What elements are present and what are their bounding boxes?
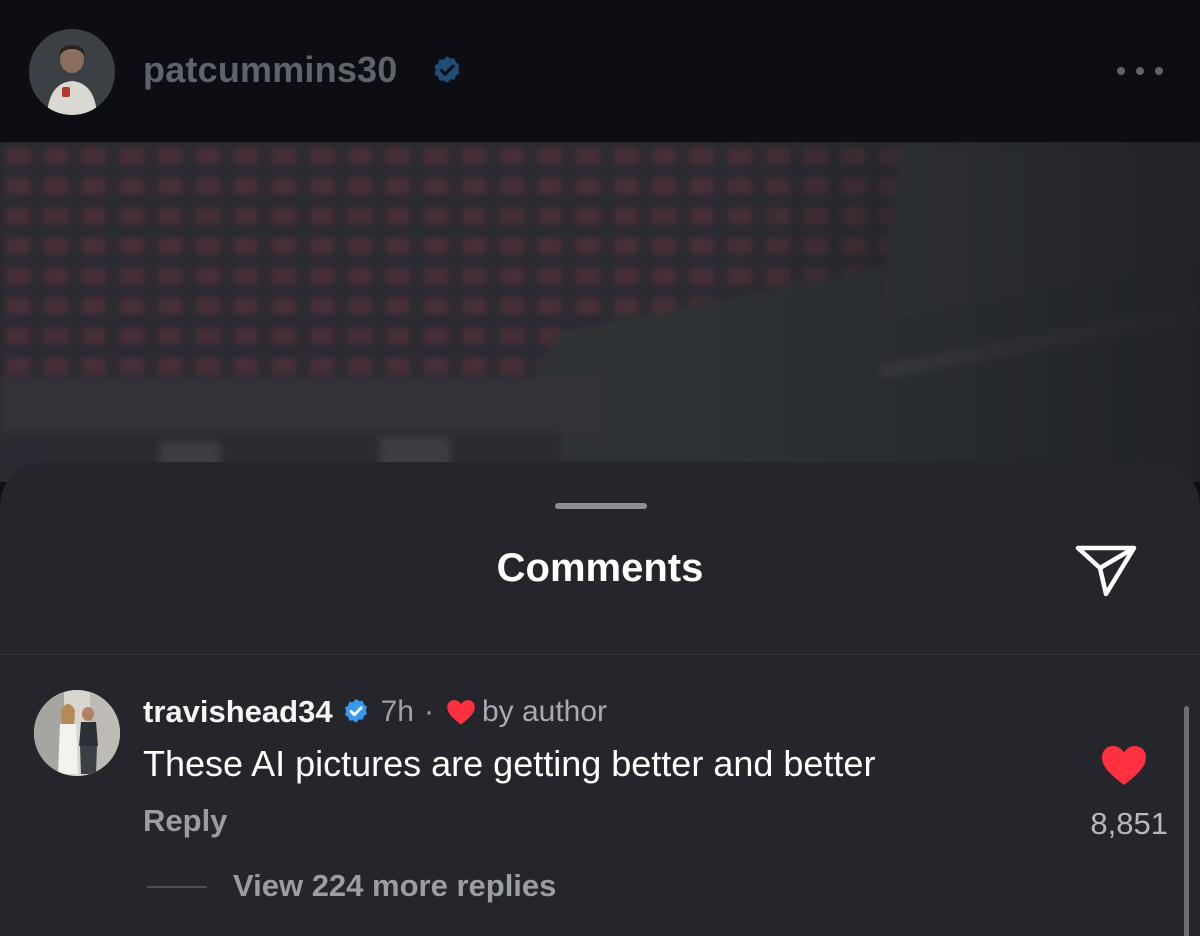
post-header: patcummins30 — [0, 0, 1200, 142]
post-image[interactable] — [0, 142, 1200, 482]
scrollbar[interactable] — [1184, 706, 1189, 936]
heart-icon[interactable] — [1100, 743, 1148, 787]
post-author-username[interactable]: patcummins30 — [143, 49, 398, 91]
more-horizontal-icon[interactable] — [1116, 66, 1164, 76]
sheet-drag-handle[interactable] — [555, 503, 647, 509]
heart-icon — [447, 700, 475, 725]
comments-title: Comments — [496, 546, 704, 590]
comment-text: These AI pictures are getting better and… — [143, 743, 876, 784]
meta-separator: · — [423, 695, 434, 728]
view-replies-button[interactable]: View 224 more replies — [233, 868, 556, 904]
liked-by-author-label: by author — [481, 695, 608, 728]
reply-button[interactable]: Reply — [143, 803, 227, 839]
avatar-photo — [34, 690, 120, 776]
post-author-avatar[interactable] — [29, 29, 115, 115]
sheet-divider — [0, 654, 1200, 655]
stadium-photo — [0, 142, 1200, 482]
avatar-photo — [29, 29, 115, 115]
verified-badge-icon — [344, 698, 367, 723]
commenter-avatar[interactable] — [34, 690, 120, 776]
send-icon[interactable] — [1070, 538, 1142, 602]
verified-badge-icon — [434, 56, 460, 84]
comment-timestamp: 7h — [380, 695, 414, 728]
like-count: 8,851 — [1090, 806, 1168, 841]
commenter-username[interactable]: travishead34 — [143, 694, 333, 730]
comment-meta: travishead34 7h · by author — [143, 692, 607, 732]
replies-line — [147, 886, 207, 888]
comments-sheet: Comments travishead34 7h · by author The… — [0, 462, 1200, 936]
instagram-post-screen: patcummins30 Comments travishead34 7h · … — [0, 0, 1200, 936]
